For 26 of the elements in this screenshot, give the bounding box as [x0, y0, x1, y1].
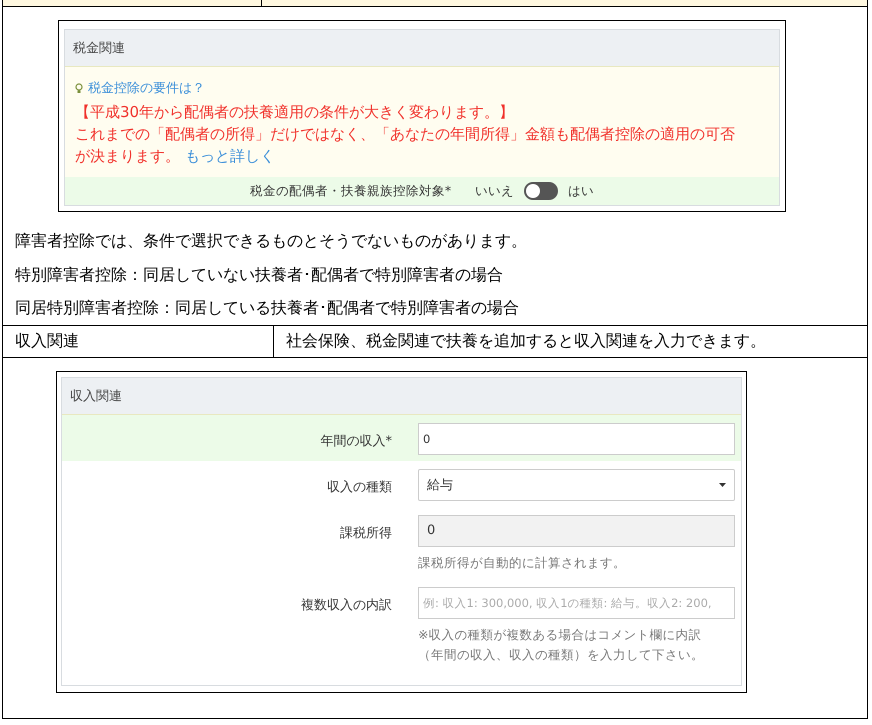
select-field[interactable]: 給与 — [418, 468, 735, 500]
field-label: 収入の種類 — [326, 478, 392, 496]
note-text: 特別障害者控除：同居していない扶養者･配偶者で特別障害者の場合 — [15, 264, 504, 286]
input-field[interactable]: 0 — [418, 422, 735, 454]
panel-title: 収入関連 — [62, 378, 741, 414]
toggle-label: 税金の配偶者・扶養親族控除対象* — [250, 182, 452, 200]
toggle-switch[interactable] — [524, 182, 558, 200]
table-cell: 収入関連 — [3, 326, 274, 356]
panel-title: 税金関連 — [65, 30, 779, 67]
help-text: （年間の収入、収入の種類）を入力して下さい。 — [418, 646, 704, 662]
field-label: 複数収入の内訳 — [300, 596, 392, 614]
help-text: ※収入の種類が複数ある場合はコメント欄に内訳 — [418, 626, 702, 642]
on-label: はい — [568, 182, 594, 200]
note-text: 障害者控除では、条件で選択できるものとそうでないものがあります。 — [15, 230, 528, 252]
off-label: いいえ — [475, 182, 514, 200]
notice-text: これまでの「配偶者の所得」だけではなく、「あなたの年間所得」金額も配偶者控除の適用の可否が決まります。 もっと詳しく — [75, 124, 736, 167]
help-text: 課税所得が自動的に計算されます。 — [418, 554, 626, 570]
readonly-field: 0 — [418, 514, 735, 546]
table-cell-text: 社会保険、税金関連で扶養を追加すると収入関連を入力できます。 — [285, 330, 767, 352]
note-text: 同居特別障害者控除：同居している扶養者･配偶者で特別障害者の場合 — [15, 297, 520, 319]
field-label: 年間の収入* — [320, 432, 392, 450]
field-label: 課税所得 — [339, 524, 392, 542]
notice-heading: 【平成30年から配偶者の扶養適用の条件が大きく変わります。】 — [75, 102, 516, 123]
caret-icon — [719, 482, 726, 486]
input-field[interactable]: 例: 収入1: 300,000, 収入1の種類: 給与。収入2: 200, — [418, 586, 735, 618]
lightbulb-icon — [75, 82, 83, 94]
